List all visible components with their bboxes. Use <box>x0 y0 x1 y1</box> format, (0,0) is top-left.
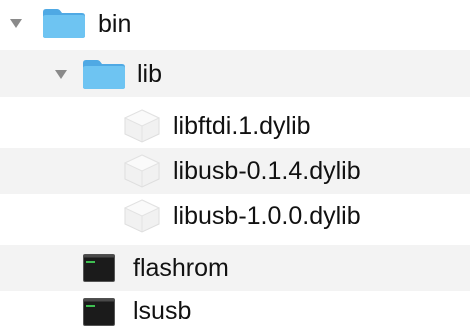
disclosure-triangle-expanded-icon[interactable] <box>55 70 67 79</box>
tree-item-label: flashrom <box>133 254 229 282</box>
tree-item-label: libusb-1.0.0.dylib <box>173 202 361 230</box>
tree-row-libusb-1[interactable]: libusb-1.0.0.dylib <box>0 193 470 239</box>
unix-executable-icon <box>83 254 115 282</box>
tree-item-label: bin <box>98 10 132 38</box>
file-tree: bin lib libftdi.1.dylib libusb-0.1.4.dyl… <box>0 0 470 331</box>
dylib-file-icon <box>123 199 161 233</box>
tree-item-label: lib <box>137 60 163 88</box>
folder-icon <box>83 60 125 89</box>
unix-executable-icon <box>83 298 115 326</box>
tree-row-libusb-0[interactable]: libusb-0.1.4.dylib <box>0 148 470 194</box>
tree-item-label: lsusb <box>133 297 192 325</box>
folder-icon <box>43 9 85 38</box>
tree-row-lib[interactable]: lib <box>0 50 470 97</box>
tree-row-lsusb[interactable]: lsusb <box>0 292 470 331</box>
tree-item-label: libusb-0.1.4.dylib <box>173 157 361 185</box>
disclosure-triangle-expanded-icon[interactable] <box>10 19 22 28</box>
tree-row-bin[interactable]: bin <box>0 0 470 46</box>
tree-item-label: libftdi.1.dylib <box>173 112 311 140</box>
tree-row-flashrom[interactable]: flashrom <box>0 245 470 291</box>
tree-row-libftdi[interactable]: libftdi.1.dylib <box>0 103 470 149</box>
dylib-file-icon <box>123 154 161 188</box>
dylib-file-icon <box>123 109 161 143</box>
